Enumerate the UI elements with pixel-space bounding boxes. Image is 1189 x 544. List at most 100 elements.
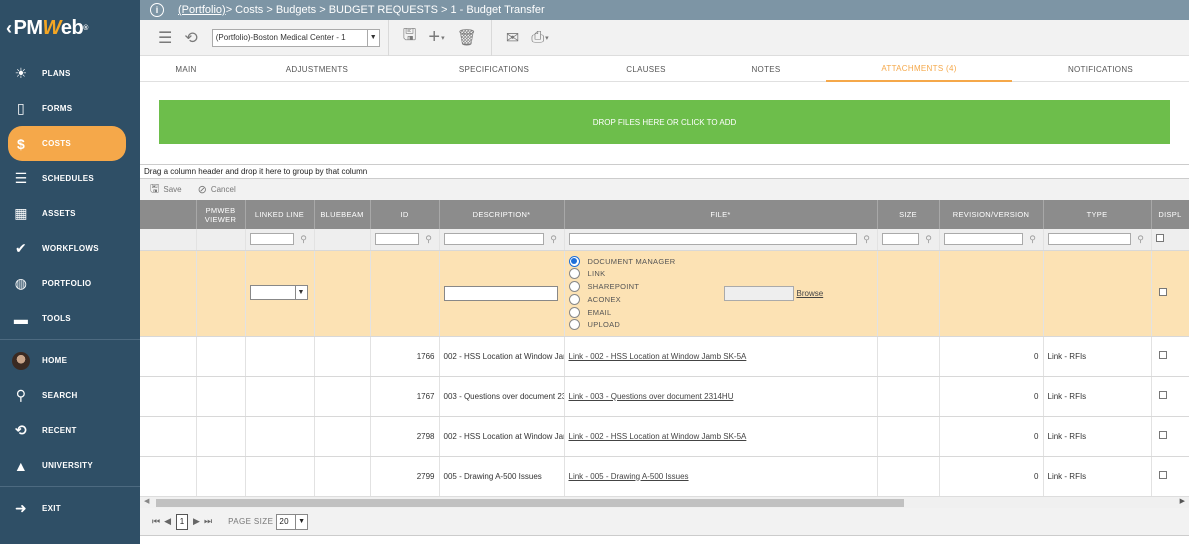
column-header[interactable]: ID bbox=[370, 200, 440, 229]
table-row[interactable]: 1766002 - HSS Location at Window Jamb SK… bbox=[140, 336, 1189, 377]
radio-button[interactable] bbox=[568, 306, 580, 318]
file-link[interactable]: Link - 005 - Drawing A-500 Issues bbox=[569, 472, 689, 481]
column-header[interactable]: LINKED LINE bbox=[245, 200, 315, 229]
linked-line-select[interactable]: ▼ bbox=[249, 285, 308, 300]
source-option[interactable]: DOCUMENT MANAGER bbox=[568, 255, 729, 268]
delete-icon[interactable]: 🗑 bbox=[457, 28, 477, 48]
filter-checkbox[interactable] bbox=[1155, 234, 1164, 243]
radio-button[interactable] bbox=[568, 268, 580, 280]
filter-input[interactable] bbox=[443, 233, 544, 246]
save-icon[interactable]: 🖫 bbox=[403, 24, 417, 51]
file-dropzone[interactable]: DROP FILES HERE OR CLICK TO ADD bbox=[159, 100, 1170, 144]
filter-input[interactable] bbox=[1047, 233, 1131, 246]
display-checkbox[interactable] bbox=[1158, 351, 1167, 359]
breadcrumb-portfolio-link[interactable]: (Portfolio) bbox=[178, 4, 226, 16]
list-icon[interactable]: ☰ bbox=[158, 28, 172, 48]
sidebar-item-assets[interactable]: ▦ ASSETS bbox=[0, 196, 140, 231]
next-page-icon[interactable]: ▶ bbox=[193, 516, 200, 527]
tab-specifications[interactable]: SPECIFICATIONS bbox=[402, 56, 586, 82]
prev-page-icon[interactable]: ◀ bbox=[164, 516, 171, 527]
cell bbox=[245, 376, 315, 417]
display-checkbox[interactable] bbox=[1158, 391, 1167, 399]
filter-icon[interactable]: ⚲ bbox=[1135, 234, 1147, 245]
tab-notifications[interactable]: NOTIFICATIONS bbox=[1012, 56, 1189, 82]
display-checkbox[interactable] bbox=[1158, 471, 1167, 479]
sidebar-item-home[interactable]: HOME bbox=[0, 343, 140, 378]
file-link[interactable]: Link - 002 - HSS Location at Window Jamb… bbox=[569, 432, 747, 441]
sidebar-item-exit[interactable]: ➜ EXIT bbox=[0, 491, 140, 526]
radio-button[interactable] bbox=[568, 319, 580, 331]
column-header[interactable]: DISPL bbox=[1151, 200, 1189, 229]
radio-button[interactable] bbox=[568, 293, 580, 305]
sidebar-item-portfolio[interactable]: ◍ PORTFOLIO bbox=[0, 266, 140, 301]
tab-clauses[interactable]: CLAUSES bbox=[586, 56, 706, 82]
save-button[interactable]: 🖫 Save bbox=[150, 180, 182, 199]
source-option[interactable]: LINK bbox=[568, 268, 729, 281]
email-icon[interactable]: ✉ bbox=[506, 28, 519, 48]
sidebar-item-tools[interactable]: ▬ TOOLS bbox=[0, 301, 140, 336]
print-icon[interactable]: ⎙ ▾ bbox=[531, 29, 548, 47]
radio-button[interactable] bbox=[568, 281, 580, 293]
history-icon[interactable]: ⟲ bbox=[184, 28, 197, 48]
source-option[interactable]: EMAIL bbox=[568, 306, 729, 319]
description-input[interactable] bbox=[443, 285, 558, 301]
filter-icon[interactable]: ⚲ bbox=[1027, 234, 1039, 245]
scroll-right-icon[interactable]: ▶ bbox=[1180, 497, 1185, 505]
sidebar-item-search[interactable]: ⚲ SEARCH bbox=[0, 378, 140, 413]
source-option[interactable]: UPLOAD bbox=[568, 318, 729, 331]
sidebar-item-recent[interactable]: ⟲ RECENT bbox=[0, 413, 140, 448]
cancel-button[interactable]: ⊘ Cancel bbox=[198, 183, 236, 196]
horizontal-scrollbar[interactable]: ◀ ▶ bbox=[140, 496, 1189, 508]
column-header[interactable]: REVISION/VERSION bbox=[939, 200, 1044, 229]
filter-icon[interactable]: ⚲ bbox=[298, 234, 310, 245]
sidebar-item-schedules[interactable]: ☰ SCHEDULES bbox=[0, 161, 140, 196]
tab-attachments[interactable]: ATTACHMENTS (4) bbox=[826, 56, 1012, 82]
scrollbar-thumb[interactable] bbox=[156, 499, 904, 507]
column-header[interactable]: DESCRIPTION* bbox=[439, 200, 565, 229]
filter-icon[interactable]: ⚲ bbox=[861, 234, 873, 245]
source-option[interactable]: SHAREPOINT bbox=[568, 280, 729, 293]
column-header[interactable]: TYPE bbox=[1043, 200, 1152, 229]
scroll-left-icon[interactable]: ◀ bbox=[144, 497, 149, 505]
tab-main[interactable]: MAIN bbox=[140, 56, 232, 82]
tab-adjustments[interactable]: ADJUSTMENTS bbox=[232, 56, 402, 82]
filter-input[interactable] bbox=[249, 233, 294, 246]
column-header[interactable]: BLUEBEAM bbox=[314, 200, 371, 229]
file-link[interactable]: Link - 002 - HSS Location at Window Jamb… bbox=[569, 352, 747, 361]
filter-input[interactable] bbox=[374, 233, 419, 246]
file-path-input[interactable] bbox=[723, 285, 794, 301]
table-row[interactable]: 1767003 - Questions over document 2314HU… bbox=[140, 376, 1189, 417]
tab-notes[interactable]: NOTES bbox=[706, 56, 826, 82]
table-row[interactable]: 2798002 - HSS Location at Window Jamb SK… bbox=[140, 416, 1189, 457]
source-option[interactable]: ACONEX bbox=[568, 293, 729, 306]
filter-icon[interactable]: ⚲ bbox=[548, 234, 560, 245]
last-page-icon[interactable]: ⏭ bbox=[204, 516, 212, 527]
display-checkbox[interactable] bbox=[1158, 288, 1167, 296]
info-icon[interactable]: i bbox=[150, 3, 164, 17]
sidebar-item-forms[interactable]: ▯ FORMS bbox=[0, 91, 140, 126]
record-select[interactable]: (Portfolio)-Boston Medical Center - 1 ▼ bbox=[211, 28, 380, 47]
pmweb-logo[interactable]: ‹ PM Web ® bbox=[0, 0, 140, 56]
column-header[interactable]: PMWEB VIEWER bbox=[196, 200, 246, 229]
filter-input[interactable] bbox=[881, 233, 919, 246]
add-icon[interactable]: + ▾ bbox=[428, 26, 444, 49]
filter-icon[interactable]: ⚲ bbox=[423, 234, 435, 245]
display-checkbox[interactable] bbox=[1158, 431, 1167, 439]
filter-input[interactable] bbox=[943, 233, 1023, 246]
table-row[interactable]: 2799 005 - Drawing A-500 Issues Link - 005… bbox=[140, 456, 1189, 497]
sidebar-item-university[interactable]: ▲ UNIVERSITY bbox=[0, 448, 140, 483]
sidebar-item-costs[interactable]: $ COSTS bbox=[8, 126, 126, 161]
column-header[interactable] bbox=[140, 200, 197, 229]
browse-link[interactable]: Browse bbox=[797, 289, 824, 298]
sidebar-item-workflows[interactable]: ✔ WORKFLOWS bbox=[0, 231, 140, 266]
column-header[interactable]: FILE* bbox=[564, 200, 878, 229]
radio-button[interactable] bbox=[568, 255, 580, 267]
filter-icon[interactable]: ⚲ bbox=[923, 234, 935, 245]
first-page-icon[interactable]: ⏮ bbox=[152, 516, 160, 527]
file-link[interactable]: Link - 003 - Questions over document 231… bbox=[569, 392, 734, 401]
page-size-select[interactable]: 20 ▼ bbox=[276, 513, 309, 530]
sidebar-item-plans[interactable]: ☀ PLANS bbox=[0, 56, 140, 91]
column-header[interactable]: SIZE bbox=[877, 200, 940, 229]
current-page[interactable]: 1 bbox=[176, 513, 189, 530]
filter-input[interactable] bbox=[568, 233, 857, 246]
